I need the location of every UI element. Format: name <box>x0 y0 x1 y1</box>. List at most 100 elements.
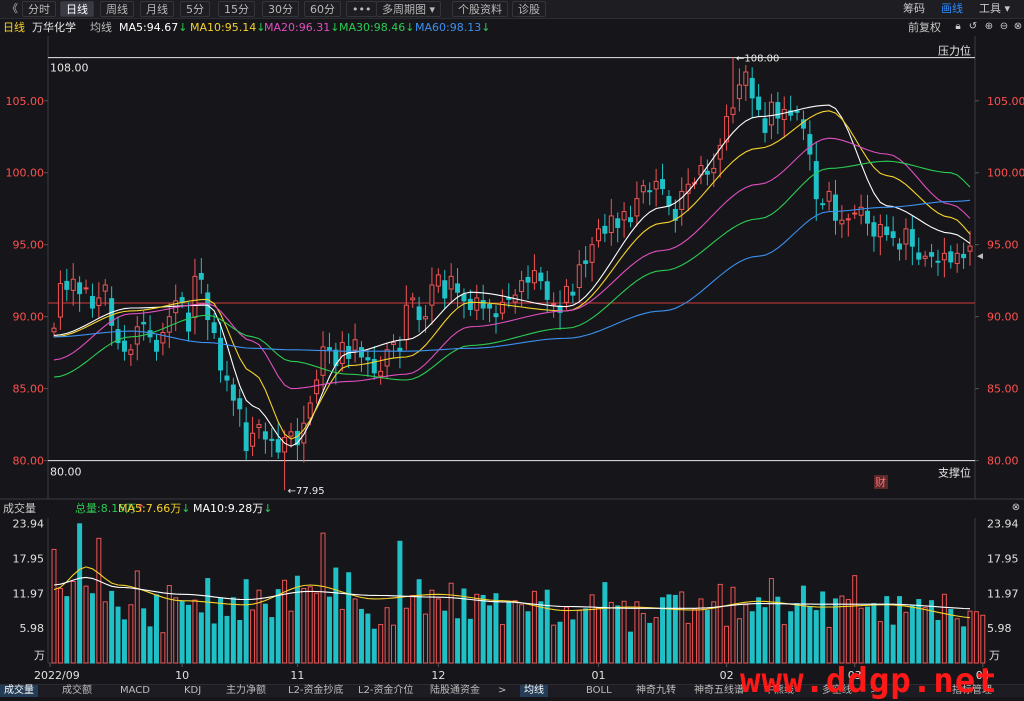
volume-bar <box>269 617 275 664</box>
volume-bar <box>499 624 505 664</box>
candle-body <box>384 349 390 367</box>
volume-bar <box>877 621 883 664</box>
volume-bar <box>679 591 685 664</box>
candle-body <box>525 276 531 283</box>
volume-bar <box>57 587 63 664</box>
volume-bar <box>890 624 896 664</box>
volume-bar <box>768 578 774 664</box>
candle-body <box>871 222 877 237</box>
candle-body <box>358 347 364 358</box>
candle-body <box>736 84 742 100</box>
candle-body <box>480 299 486 309</box>
volume-bar <box>326 596 332 664</box>
indicator-tab[interactable]: 陆股通资金 <box>426 685 484 697</box>
volume-bar <box>307 586 313 664</box>
indicator-tab[interactable]: 均线 <box>520 685 548 697</box>
candle-body <box>467 298 473 310</box>
volume-bar <box>756 597 762 664</box>
high-marker-label: ←108.00 <box>736 54 779 65</box>
candle-body <box>922 255 928 259</box>
volume-bar <box>685 622 691 664</box>
volume-bar <box>941 593 947 664</box>
volume-bar <box>384 607 390 664</box>
low-marker-label: ←77.95 <box>288 486 325 497</box>
volume-bar <box>973 611 979 664</box>
indicator-tab[interactable]: > <box>494 685 510 697</box>
volume-bar <box>871 603 877 664</box>
volume-bar <box>301 587 307 664</box>
candle-body <box>442 280 448 299</box>
indicator-tab[interactable]: L2-资金抄底 <box>284 685 348 697</box>
candle-body <box>448 275 454 290</box>
candle-body <box>628 217 633 223</box>
volume-bar <box>935 619 941 664</box>
volume-bar <box>480 594 486 664</box>
candle-body <box>455 283 461 293</box>
volume-bar <box>442 610 448 664</box>
indicator-tab[interactable]: KDJ <box>180 685 205 697</box>
candle-body <box>929 252 935 257</box>
candle-body <box>954 252 960 264</box>
indicator-tab[interactable]: 主力净额 <box>222 685 270 697</box>
volume-bar <box>121 619 127 664</box>
candle-body <box>102 284 108 292</box>
indicator-tab[interactable]: L2-资金介位 <box>354 685 418 697</box>
volume-bar <box>595 607 601 664</box>
volume-bar <box>288 610 294 664</box>
volume-bar <box>660 597 666 664</box>
volume-bar <box>832 598 838 664</box>
candle-body <box>391 342 396 345</box>
volume-tick-label-right: 23.94 <box>987 518 1019 531</box>
candle-body <box>493 313 499 318</box>
volume-bar <box>775 596 781 664</box>
volume-bar <box>858 607 864 664</box>
candle-body <box>275 439 281 453</box>
candle-body <box>179 297 185 303</box>
candle-body <box>615 218 621 228</box>
candle-body <box>544 281 550 300</box>
kline-chart-svg[interactable]: 80.00 80.00 85.00 85.00 90.00 90.00 95.00 95.00… <box>0 0 1024 684</box>
ma-line-ma60 <box>53 199 971 352</box>
indicator-tab[interactable]: BOLL <box>582 685 616 697</box>
volume-bar <box>186 604 192 664</box>
volume-tick-label-left: 11.97 <box>13 587 45 600</box>
candle-body <box>704 170 710 175</box>
candle-body <box>51 327 57 333</box>
volume-bar <box>134 570 140 664</box>
candle-body <box>563 285 569 303</box>
volume-bar <box>736 618 742 664</box>
indicator-tab[interactable]: 成交量 <box>0 685 38 697</box>
price-tick-label-left: 90.00 <box>13 311 45 324</box>
ma-line-ma30 <box>53 160 971 381</box>
volume-bar <box>794 603 800 664</box>
volume-bar <box>256 589 262 664</box>
volume-bar <box>391 624 396 664</box>
candle-body <box>461 293 467 302</box>
candle-body <box>845 218 851 221</box>
indicator-tab[interactable]: 成交额 <box>58 685 96 697</box>
volume-bar <box>717 583 723 664</box>
volume-bar <box>583 608 589 664</box>
candle-body <box>506 297 512 300</box>
volume-bar <box>141 608 147 664</box>
candle-body <box>429 284 435 306</box>
ma-line-ma20 <box>53 137 971 390</box>
candle-body <box>903 228 909 245</box>
volume-bar <box>621 600 627 664</box>
volume-bar <box>826 626 832 664</box>
candle-body <box>77 282 83 295</box>
volume-bar <box>250 609 256 664</box>
indicator-tab[interactable]: MACD <box>116 685 154 697</box>
ma-line-ma10 <box>53 110 971 440</box>
price-tick-label-right: 100.00 <box>987 167 1024 180</box>
volume-bar <box>615 605 621 664</box>
volume-bar <box>358 608 364 664</box>
volume-bar <box>608 601 614 664</box>
volume-bar <box>628 631 633 664</box>
indicator-tab[interactable]: 神奇九转 <box>632 685 680 697</box>
volume-bar <box>948 608 954 664</box>
volume-bar <box>429 589 435 664</box>
volume-bar <box>275 589 281 664</box>
volume-bar <box>922 607 928 664</box>
candle-body <box>730 107 736 115</box>
